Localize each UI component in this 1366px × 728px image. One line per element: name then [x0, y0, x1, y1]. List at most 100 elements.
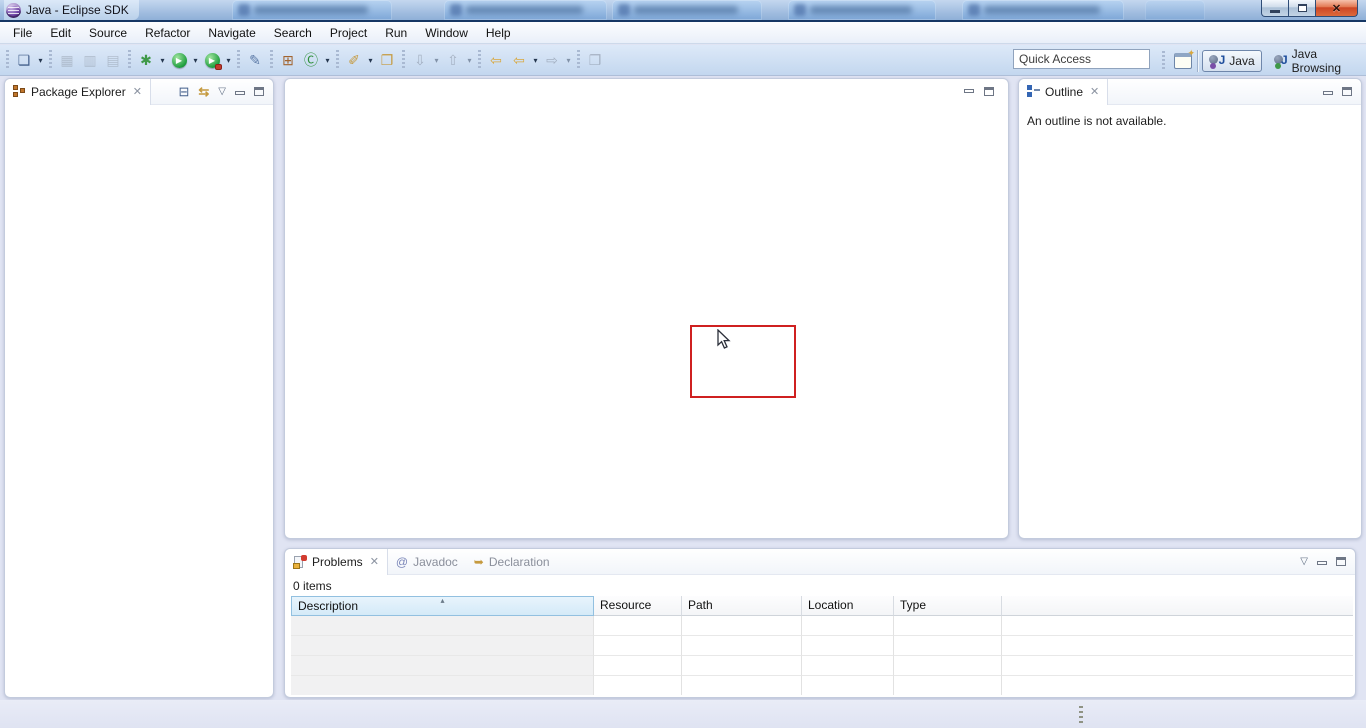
table-row[interactable] [291, 656, 1353, 676]
close-tab-icon[interactable]: ✕ [133, 85, 142, 98]
outline-view: Outline ✕ An outline is not available. [1018, 78, 1362, 539]
outline-message: An outline is not available. [1019, 105, 1361, 137]
close-tab-icon[interactable]: ✕ [370, 555, 379, 568]
minimize-view-icon[interactable] [1323, 91, 1333, 95]
quick-access-input[interactable] [1013, 49, 1150, 69]
eclipse-logo-icon [6, 3, 21, 18]
perspective-button-java-browsing[interactable]: JJava Browsing [1268, 45, 1366, 77]
table-row[interactable] [291, 616, 1353, 636]
link-with-editor-icon[interactable]: ⇆ [198, 84, 209, 100]
table-cell [1002, 616, 1353, 636]
minimize-window-button[interactable] [1261, 0, 1289, 17]
column-header-filler [1002, 596, 1353, 616]
open-type-button[interactable]: ❐ [376, 49, 398, 71]
background-browser-tab [612, 0, 762, 20]
menu-item-edit[interactable]: Edit [41, 22, 80, 44]
close-tab-icon[interactable]: ✕ [1090, 85, 1099, 98]
new-java-class-button[interactable]: Ⓒ [300, 49, 322, 71]
table-cell [1002, 676, 1353, 695]
column-header-label: Type [900, 598, 926, 612]
menu-item-file[interactable]: File [4, 22, 41, 44]
table-cell [594, 616, 682, 636]
open-search-dialog-dropdown-arrow[interactable]: ▾ [366, 56, 375, 65]
menu-item-search[interactable]: Search [265, 22, 321, 44]
table-cell [682, 616, 802, 636]
collapse-all-icon[interactable]: ⊟ [178, 84, 189, 100]
run-dropdown-arrow[interactable]: ▾ [191, 56, 200, 65]
status-bar-grip[interactable] [1079, 706, 1083, 724]
maximize-window-button[interactable] [1289, 0, 1316, 17]
column-header-resource[interactable]: Resource [594, 596, 682, 616]
new-wizard-dropdown-arrow[interactable]: ▾ [36, 56, 45, 65]
status-bar [0, 700, 1366, 728]
back-button[interactable]: ⇦ [508, 49, 530, 71]
tab-declaration[interactable]: ➥Declaration [466, 549, 558, 575]
run-external-tools-button[interactable]: ▶ [201, 49, 223, 71]
problems-icon [293, 555, 307, 569]
menu-item-navigate[interactable]: Navigate [199, 22, 264, 44]
separator [1197, 50, 1198, 72]
new-java-project-icon: ⊞ [282, 52, 294, 69]
last-edit-location-button[interactable]: ⇦ [485, 49, 507, 71]
previous-annotation-dropdown-arrow[interactable]: ▾ [465, 56, 474, 65]
open-perspective-button[interactable] [1173, 50, 1194, 72]
print-icon: ▤ [106, 52, 119, 69]
maximize-view-icon[interactable] [1336, 557, 1346, 566]
save-icon: ▦ [60, 52, 73, 69]
menu-item-help[interactable]: Help [477, 22, 520, 44]
toolbar-drag-handle [336, 50, 339, 70]
toolbar-drag-handle [237, 50, 240, 70]
menu-item-refactor[interactable]: Refactor [136, 22, 199, 44]
java-perspective-icon: J [1209, 53, 1225, 69]
tab-package-explorer[interactable]: Package Explorer ✕ [5, 79, 151, 105]
column-header-description[interactable]: Description▴ [291, 596, 594, 616]
view-menu-icon[interactable]: ▽ [218, 86, 226, 97]
back-dropdown-arrow[interactable]: ▾ [531, 56, 540, 65]
column-header-location[interactable]: Location [802, 596, 894, 616]
menu-item-project[interactable]: Project [321, 22, 376, 44]
pin-editor-icon: ❐ [589, 52, 602, 69]
maximize-view-icon[interactable] [1342, 87, 1352, 96]
menu-item-window[interactable]: Window [416, 22, 477, 44]
minimize-view-icon[interactable] [1317, 561, 1327, 565]
table-cell [291, 636, 594, 656]
tab-javadoc[interactable]: @Javadoc [388, 549, 466, 575]
forward-dropdown-arrow[interactable]: ▾ [564, 56, 573, 65]
minimize-editor-icon[interactable] [964, 89, 974, 93]
menu-bar: FileEditSourceRefactorNavigateSearchProj… [0, 22, 1366, 44]
new-java-class-dropdown-arrow[interactable]: ▾ [323, 56, 332, 65]
open-search-dialog-icon: ✐ [348, 52, 360, 69]
table-row[interactable] [291, 676, 1353, 695]
table-cell [1002, 636, 1353, 656]
perspective-button-java[interactable]: JJava [1202, 50, 1261, 72]
table-row[interactable] [291, 636, 1353, 656]
run-external-tools-dropdown-arrow[interactable]: ▾ [224, 56, 233, 65]
maximize-view-icon[interactable] [254, 87, 264, 96]
column-header-type[interactable]: Type [894, 596, 1002, 616]
menu-item-source[interactable]: Source [80, 22, 136, 44]
tab-problems[interactable]: Problems✕ [285, 549, 388, 575]
close-window-button[interactable]: ✕ [1316, 0, 1358, 17]
background-browser-tab [962, 0, 1124, 20]
table-cell [894, 636, 1002, 656]
maximize-editor-icon[interactable] [984, 87, 994, 96]
new-wizard-button[interactable]: ❏ [13, 49, 35, 71]
open-search-dialog-button[interactable]: ✐ [343, 49, 365, 71]
debug-button[interactable]: ✱ [135, 49, 157, 71]
toolbar-drag-handle [577, 50, 580, 70]
minimize-view-icon[interactable] [235, 91, 245, 95]
menu-item-run[interactable]: Run [376, 22, 416, 44]
next-annotation-dropdown-arrow[interactable]: ▾ [432, 56, 441, 65]
tab-outline[interactable]: Outline ✕ [1019, 79, 1108, 105]
editor-area[interactable] [284, 78, 1009, 539]
new-java-project-button[interactable]: ⊞ [277, 49, 299, 71]
pin-editor-button: ❐ [584, 49, 606, 71]
toolbar-group: ❐ [584, 49, 606, 71]
problems-header: Problems✕@Javadoc➥Declaration ▽ [285, 549, 1355, 575]
view-menu-icon[interactable]: ▽ [1300, 556, 1308, 567]
debug-dropdown-arrow[interactable]: ▾ [158, 56, 167, 65]
tab-label: Javadoc [413, 555, 458, 569]
toggle-mark-occurrences-button[interactable]: ✎ [244, 49, 266, 71]
run-button[interactable]: ▶ [168, 49, 190, 71]
column-header-path[interactable]: Path [682, 596, 802, 616]
